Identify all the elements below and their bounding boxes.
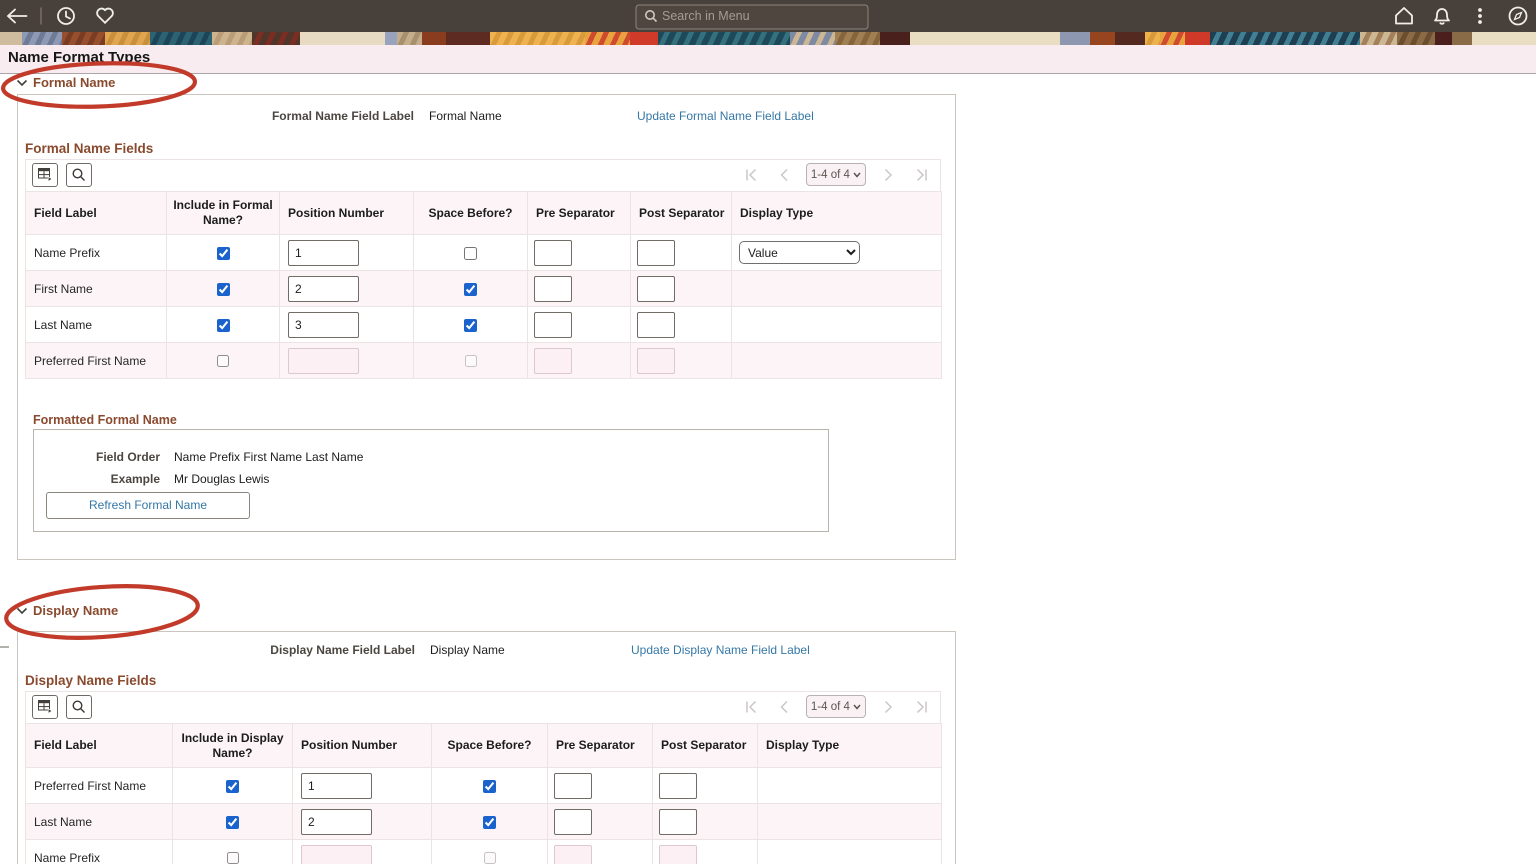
svg-text:Search in Menu: Search in Menu	[662, 9, 750, 23]
